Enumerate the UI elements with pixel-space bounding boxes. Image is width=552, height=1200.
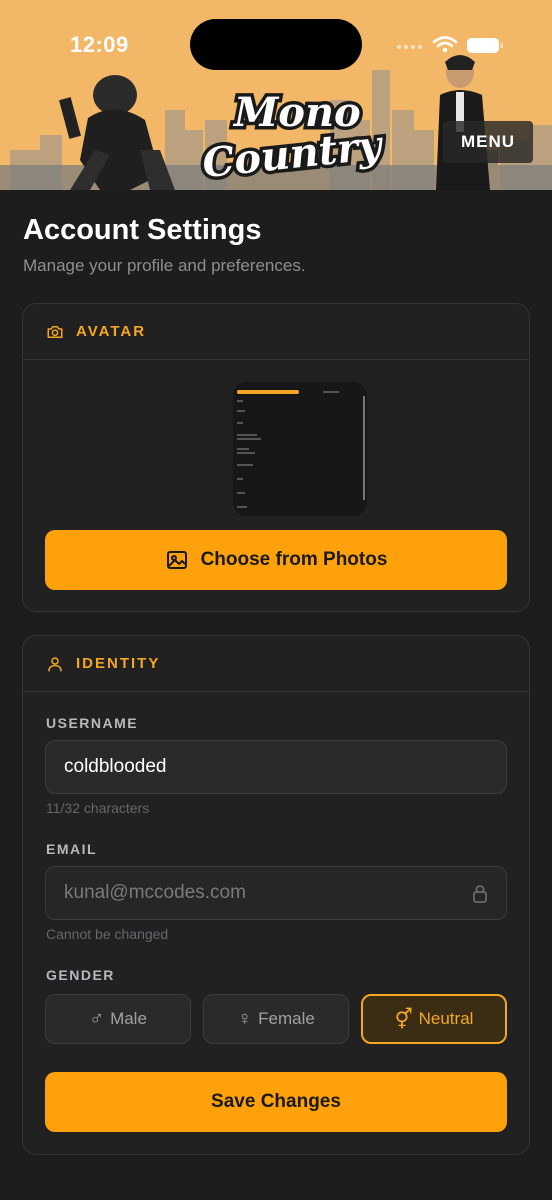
user-icon [48, 656, 62, 671]
female-icon: ♀ [237, 1007, 253, 1030]
identity-card-header: IDENTITY [23, 636, 529, 692]
signal-icon [396, 44, 423, 50]
app-header: 12:09 Mono Country MENU [0, 0, 552, 190]
battery-icon [467, 38, 503, 53]
email-field: kunal@mccodes.com [45, 866, 507, 920]
wifi-icon [432, 36, 458, 48]
gender-female-label: Female [258, 1009, 315, 1028]
image-icon [166, 551, 187, 569]
page-title: Account Settings [23, 214, 262, 246]
avatar-section-title: AVATAR [76, 323, 147, 340]
identity-section-title: IDENTITY [76, 655, 161, 672]
status-bar-icons [396, 36, 503, 53]
choose-from-photos-button[interactable]: Choose from Photos [45, 530, 507, 590]
save-changes-button[interactable]: Save Changes [45, 1072, 507, 1132]
gender-female-button[interactable]: ♀ Female [203, 994, 349, 1044]
username-input[interactable]: coldblooded [45, 740, 507, 794]
gender-male-button[interactable]: ♂ Male [45, 994, 191, 1044]
gender-label: GENDER [46, 967, 115, 983]
status-bar-time: 12:09 [70, 32, 129, 57]
username-label: USERNAME [46, 715, 139, 731]
dynamic-island [190, 19, 362, 70]
email-label: EMAIL [46, 841, 98, 857]
avatar-card: AVATAR Choose from Photos [22, 303, 530, 612]
mono-country-logo: Mono Country [197, 86, 386, 185]
username-value: coldblooded [64, 756, 167, 777]
avatar-preview-image[interactable] [233, 382, 367, 516]
avatar-card-header: AVATAR [23, 304, 529, 360]
male-icon: ♂ [89, 1007, 105, 1030]
menu-button[interactable]: MENU [443, 121, 533, 163]
svg-text:Country: Country [200, 121, 386, 184]
avatar-thumbnail [233, 382, 367, 516]
gender-neutral-label: Neutral [418, 1009, 474, 1028]
page-subtitle: Manage your profile and preferences. [23, 256, 306, 275]
gender-neutral-button[interactable]: ⚥ Neutral [361, 994, 507, 1044]
choose-from-photos-label: Choose from Photos [200, 549, 388, 570]
username-char-count: 11/32 characters [46, 800, 150, 816]
email-value: kunal@mccodes.com [64, 882, 246, 903]
save-changes-label: Save Changes [211, 1091, 341, 1112]
camera-icon [47, 325, 63, 338]
lock-icon [473, 885, 487, 903]
identity-card: IDENTITY USERNAME coldblooded 11/32 char… [22, 635, 530, 1155]
email-hint: Cannot be changed [46, 926, 169, 942]
gender-male-label: Male [110, 1009, 147, 1028]
neutral-icon: ⚥ [394, 1008, 413, 1031]
